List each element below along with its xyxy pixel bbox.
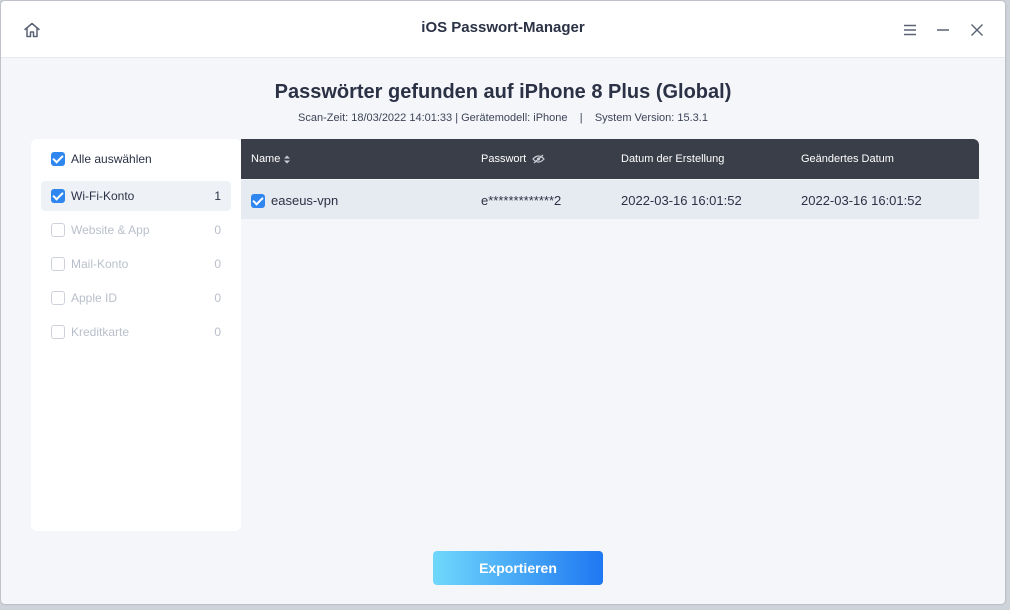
minimize-icon[interactable]	[932, 19, 954, 41]
sidebar-item-count: 0	[214, 325, 221, 339]
sidebar-item-label: Mail-Konto	[71, 257, 129, 271]
column-header-name[interactable]: Name	[251, 153, 291, 165]
sidebar-item-count: 0	[214, 223, 221, 237]
checkbox-empty-icon[interactable]	[51, 223, 65, 237]
row-name: easeus-vpn	[271, 193, 339, 208]
page-title: Passwörter gefunden auf iPhone 8 Plus (G…	[274, 81, 732, 103]
app-window: iOS Passwort-Manager Passwörter gefunden…	[1, 1, 1005, 604]
sidebar-item-website-app[interactable]: Website & App 0	[41, 215, 231, 245]
checkbox-empty-icon[interactable]	[51, 325, 65, 339]
checkbox-checked-icon[interactable]	[51, 189, 65, 203]
sidebar-item-count: 0	[214, 291, 221, 305]
column-header-modified: Geändertes Datum	[801, 153, 894, 165]
row-password: e*************2	[481, 193, 562, 208]
scan-info: Scan-Zeit: 18/03/2022 14:01:33 | Gerätem…	[298, 112, 708, 124]
checkbox-empty-icon[interactable]	[51, 291, 65, 305]
sidebar-item-count: 0	[214, 257, 221, 271]
select-all-label: Alle auswählen	[71, 152, 152, 166]
sidebar-item-mail[interactable]: Mail-Konto 0	[41, 249, 231, 279]
export-button[interactable]: Exportieren	[433, 551, 603, 585]
password-table: Name Passwort Datum der Erstellung Geänd…	[241, 139, 979, 531]
row-modified: 2022-03-16 16:01:52	[801, 193, 922, 208]
row-created: 2022-03-16 16:01:52	[621, 193, 742, 208]
app-title: iOS Passwort-Manager	[421, 19, 585, 36]
sort-icon[interactable]	[284, 155, 291, 164]
select-all-checkbox[interactable]: Alle auswählen	[51, 152, 152, 166]
column-header-password: Passwort	[481, 153, 546, 165]
sidebar-item-label: Website & App	[71, 223, 150, 237]
close-icon[interactable]	[966, 19, 988, 41]
sidebar-item-label: Kreditkarte	[71, 325, 130, 339]
sidebar-item-credit-card[interactable]: Kreditkarte 0	[41, 317, 231, 347]
sidebar-item-apple-id[interactable]: Apple ID 0	[41, 283, 231, 313]
checkbox-checked-icon[interactable]	[251, 193, 265, 208]
table-row[interactable]: easeus-vpn e*************2 2022-03-16 16…	[241, 180, 979, 219]
eye-hidden-icon[interactable]	[532, 154, 546, 164]
row-name-cell: easeus-vpn	[251, 193, 338, 208]
column-header-created: Datum der Erstellung	[621, 153, 725, 165]
sidebar-item-label: Wi-Fi-Konto	[71, 189, 135, 203]
checkbox-checked-icon	[51, 152, 65, 166]
category-sidebar: Alle auswählen Wi-Fi-Konto 1 Website & A…	[31, 139, 241, 531]
sidebar-item-wifi[interactable]: Wi-Fi-Konto 1	[41, 181, 231, 211]
sidebar-item-count: 1	[214, 189, 221, 203]
table-header: Name Passwort Datum der Erstellung Geänd…	[241, 139, 979, 179]
menu-icon[interactable]	[899, 19, 921, 41]
sidebar-item-label: Apple ID	[71, 291, 118, 305]
column-label: Passwort	[481, 153, 527, 165]
checkbox-empty-icon[interactable]	[51, 257, 65, 271]
column-label: Name	[251, 153, 281, 165]
title-bar: iOS Passwort-Manager	[1, 1, 1005, 58]
